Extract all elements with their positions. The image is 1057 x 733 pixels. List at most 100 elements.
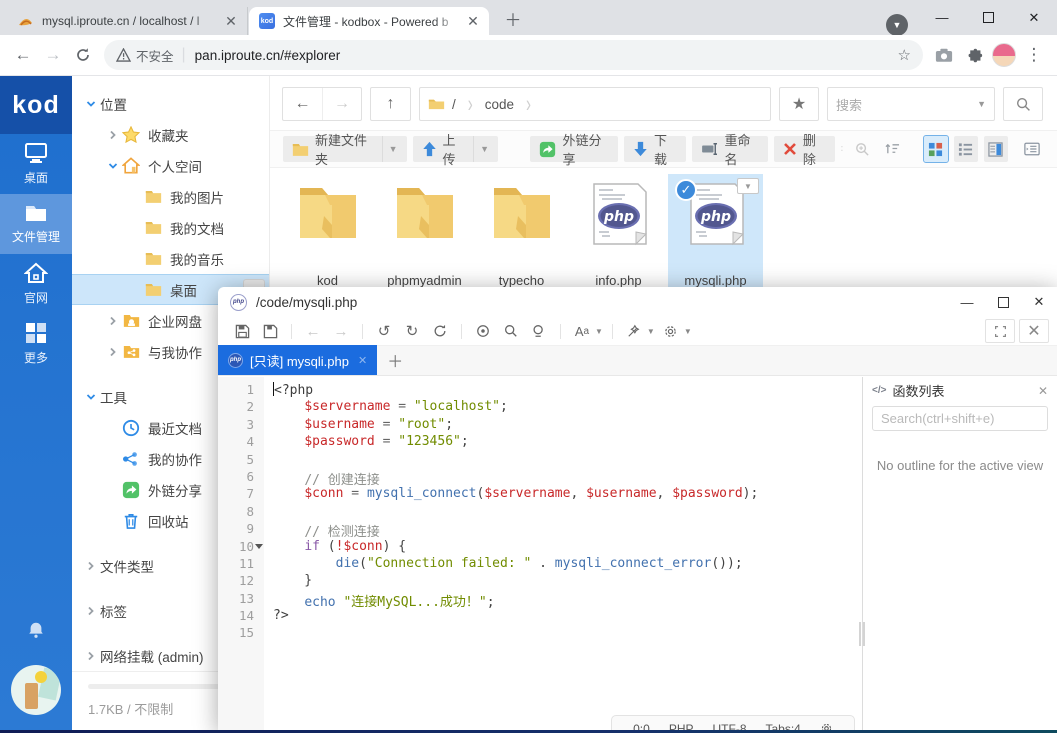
chevron-right-icon[interactable] (108, 347, 122, 357)
tree-item-我的图片[interactable]: 我的图片 (72, 181, 269, 212)
zoom-icon[interactable] (850, 136, 874, 162)
line-number[interactable]: 9 (218, 521, 264, 538)
chevron-down-icon[interactable] (86, 99, 100, 109)
screenshot-extension-icon[interactable] (929, 40, 959, 70)
address-bar[interactable]: 不安全 | pan.iproute.cn/#explorer ☆ (104, 40, 923, 70)
editor-minimize-button[interactable]: — (949, 287, 985, 317)
new-tab-button[interactable]: ＋ (500, 8, 526, 34)
editor-status-bar[interactable]: 0:0PHPUTF-8Tabs:4 (611, 715, 855, 731)
外链分享-button[interactable]: 外链分享 (530, 136, 617, 162)
undo-icon[interactable]: ↺ (372, 319, 396, 343)
breadcrumb-root[interactable]: / (452, 97, 456, 112)
line-number[interactable]: 5 (218, 452, 264, 469)
file-typecho[interactable]: typecho (474, 174, 569, 294)
tab-close-icon[interactable]: ✕ (358, 354, 367, 367)
chevron-right-icon[interactable] (108, 130, 122, 140)
security-label[interactable]: 不安全 (136, 46, 174, 65)
search-icon[interactable] (499, 319, 523, 343)
重命名-button[interactable]: 重命名 (692, 136, 768, 162)
editor-new-tab-button[interactable]: ＋ (377, 345, 413, 375)
chevron-right-icon[interactable] (86, 561, 100, 571)
history-forward-icon[interactable]: → (322, 88, 361, 120)
line-number[interactable]: 12 (218, 573, 264, 590)
url-text[interactable]: pan.iproute.cn/#explorer (195, 48, 898, 63)
line-number[interactable]: 8 (218, 504, 264, 521)
extensions-puzzle-icon[interactable] (959, 40, 989, 70)
nav-forward-icon[interactable]: → (329, 319, 353, 343)
下载-button[interactable]: 下载 (624, 136, 686, 162)
browser-tab-kodbox[interactable]: kod 文件管理 - kodbox - Powered b ✕ (249, 7, 489, 35)
breadcrumb[interactable]: / › code › (419, 87, 771, 121)
tab-close-icon[interactable]: ✕ (223, 13, 239, 30)
panel-resize-handle[interactable] (859, 622, 866, 646)
chevron-down-icon[interactable]: ▼ (382, 136, 398, 162)
browser-minimize-button[interactable]: — (919, 0, 965, 35)
outline-close-icon[interactable]: ✕ (1038, 384, 1048, 398)
tree-item-个人空间[interactable]: 个人空间 (72, 150, 269, 181)
chevron-right-icon[interactable] (108, 316, 122, 326)
chevron-down-icon[interactable]: ▼ (684, 327, 692, 336)
rail-item-官网[interactable]: 官网 (0, 254, 72, 314)
tab-close-icon[interactable]: ✕ (465, 13, 481, 30)
line-number[interactable]: 14 (218, 608, 264, 625)
sort-icon[interactable] (880, 136, 904, 162)
breadcrumb-folder[interactable]: code (485, 97, 514, 112)
favorite-star-icon[interactable]: ★ (779, 87, 819, 121)
view-grid-button[interactable] (924, 136, 948, 162)
line-number[interactable]: 13 (218, 591, 264, 608)
font-size-icon[interactable]: Aa (570, 319, 594, 343)
browser-tab-phpmyadmin[interactable]: mysql.iproute.cn / localhost / l ✕ (8, 7, 248, 35)
editor-title-bar[interactable]: php /code/mysqli.php — ✕ (218, 287, 1057, 317)
search-button[interactable] (1003, 87, 1043, 121)
replace-icon[interactable] (527, 319, 551, 343)
settings-gear-icon[interactable] (659, 319, 683, 343)
editor-close-button[interactable]: ✕ (1021, 287, 1057, 317)
detail-panel-toggle-icon[interactable] (1020, 136, 1044, 162)
line-number[interactable]: 15 (218, 625, 264, 642)
line-number[interactable]: 6 (218, 469, 264, 486)
redo-icon[interactable]: ↻ (400, 319, 424, 343)
chevron-down-icon[interactable] (108, 161, 122, 171)
file-mysqli.php[interactable]: phpmysqli.php✓▼ (668, 174, 763, 294)
browser-maximize-button[interactable] (965, 0, 1011, 35)
profile-avatar[interactable] (989, 40, 1019, 70)
rail-item-文件管理[interactable]: 文件管理 (0, 194, 72, 254)
chevron-down-icon[interactable]: ▼ (647, 327, 655, 336)
fold-arrow-icon[interactable] (255, 544, 263, 549)
up-folder-icon[interactable]: ↑ (371, 88, 410, 120)
line-number[interactable]: 2 (218, 399, 264, 416)
nav-back-icon[interactable]: ← (301, 319, 325, 343)
selected-check-icon[interactable]: ✓ (675, 179, 697, 201)
chevron-right-icon[interactable] (86, 651, 100, 661)
file-menu-caret[interactable]: ▼ (737, 178, 759, 194)
history-back-icon[interactable]: ← (283, 88, 322, 120)
line-number[interactable]: 10 (218, 539, 264, 556)
上传-button[interactable]: 上传▼ (413, 136, 499, 162)
editor-maximize-button[interactable] (985, 287, 1021, 317)
browser-menu-icon[interactable]: ⋮ (1019, 40, 1049, 70)
view-list-button[interactable] (954, 136, 978, 162)
tools-wand-icon[interactable] (622, 319, 646, 343)
file-phpmyadmin[interactable]: phpmyadmin (377, 174, 472, 294)
rail-item-桌面[interactable]: 桌面 (0, 134, 72, 194)
chevron-down-icon[interactable]: ▼ (473, 136, 489, 162)
back-icon[interactable]: ← (8, 40, 38, 70)
bookmark-star-icon[interactable]: ☆ (898, 46, 911, 64)
line-number[interactable]: 3 (218, 417, 264, 434)
editor-fullscreen-icon[interactable] (985, 319, 1015, 343)
outline-search-input[interactable] (872, 406, 1048, 431)
notification-bell-icon[interactable] (0, 621, 72, 639)
browser-close-button[interactable]: ✕ (1011, 0, 1057, 35)
forward-icon[interactable]: → (38, 40, 68, 70)
line-number[interactable]: 1 (218, 382, 264, 399)
line-number[interactable]: 4 (218, 434, 264, 451)
tree-item-我的音乐[interactable]: 我的音乐 (72, 243, 269, 274)
tab-search-icon[interactable]: ▼ (886, 14, 908, 36)
file-kod[interactable]: kod (280, 174, 375, 294)
chevron-down-icon[interactable] (86, 392, 100, 402)
tree-item-我的文档[interactable]: 我的文档 (72, 212, 269, 243)
view-column-button[interactable] (984, 136, 1008, 162)
search-input[interactable]: 搜索 ▼ (827, 87, 995, 121)
save-icon[interactable] (230, 319, 254, 343)
kod-logo[interactable]: kod (0, 76, 72, 134)
